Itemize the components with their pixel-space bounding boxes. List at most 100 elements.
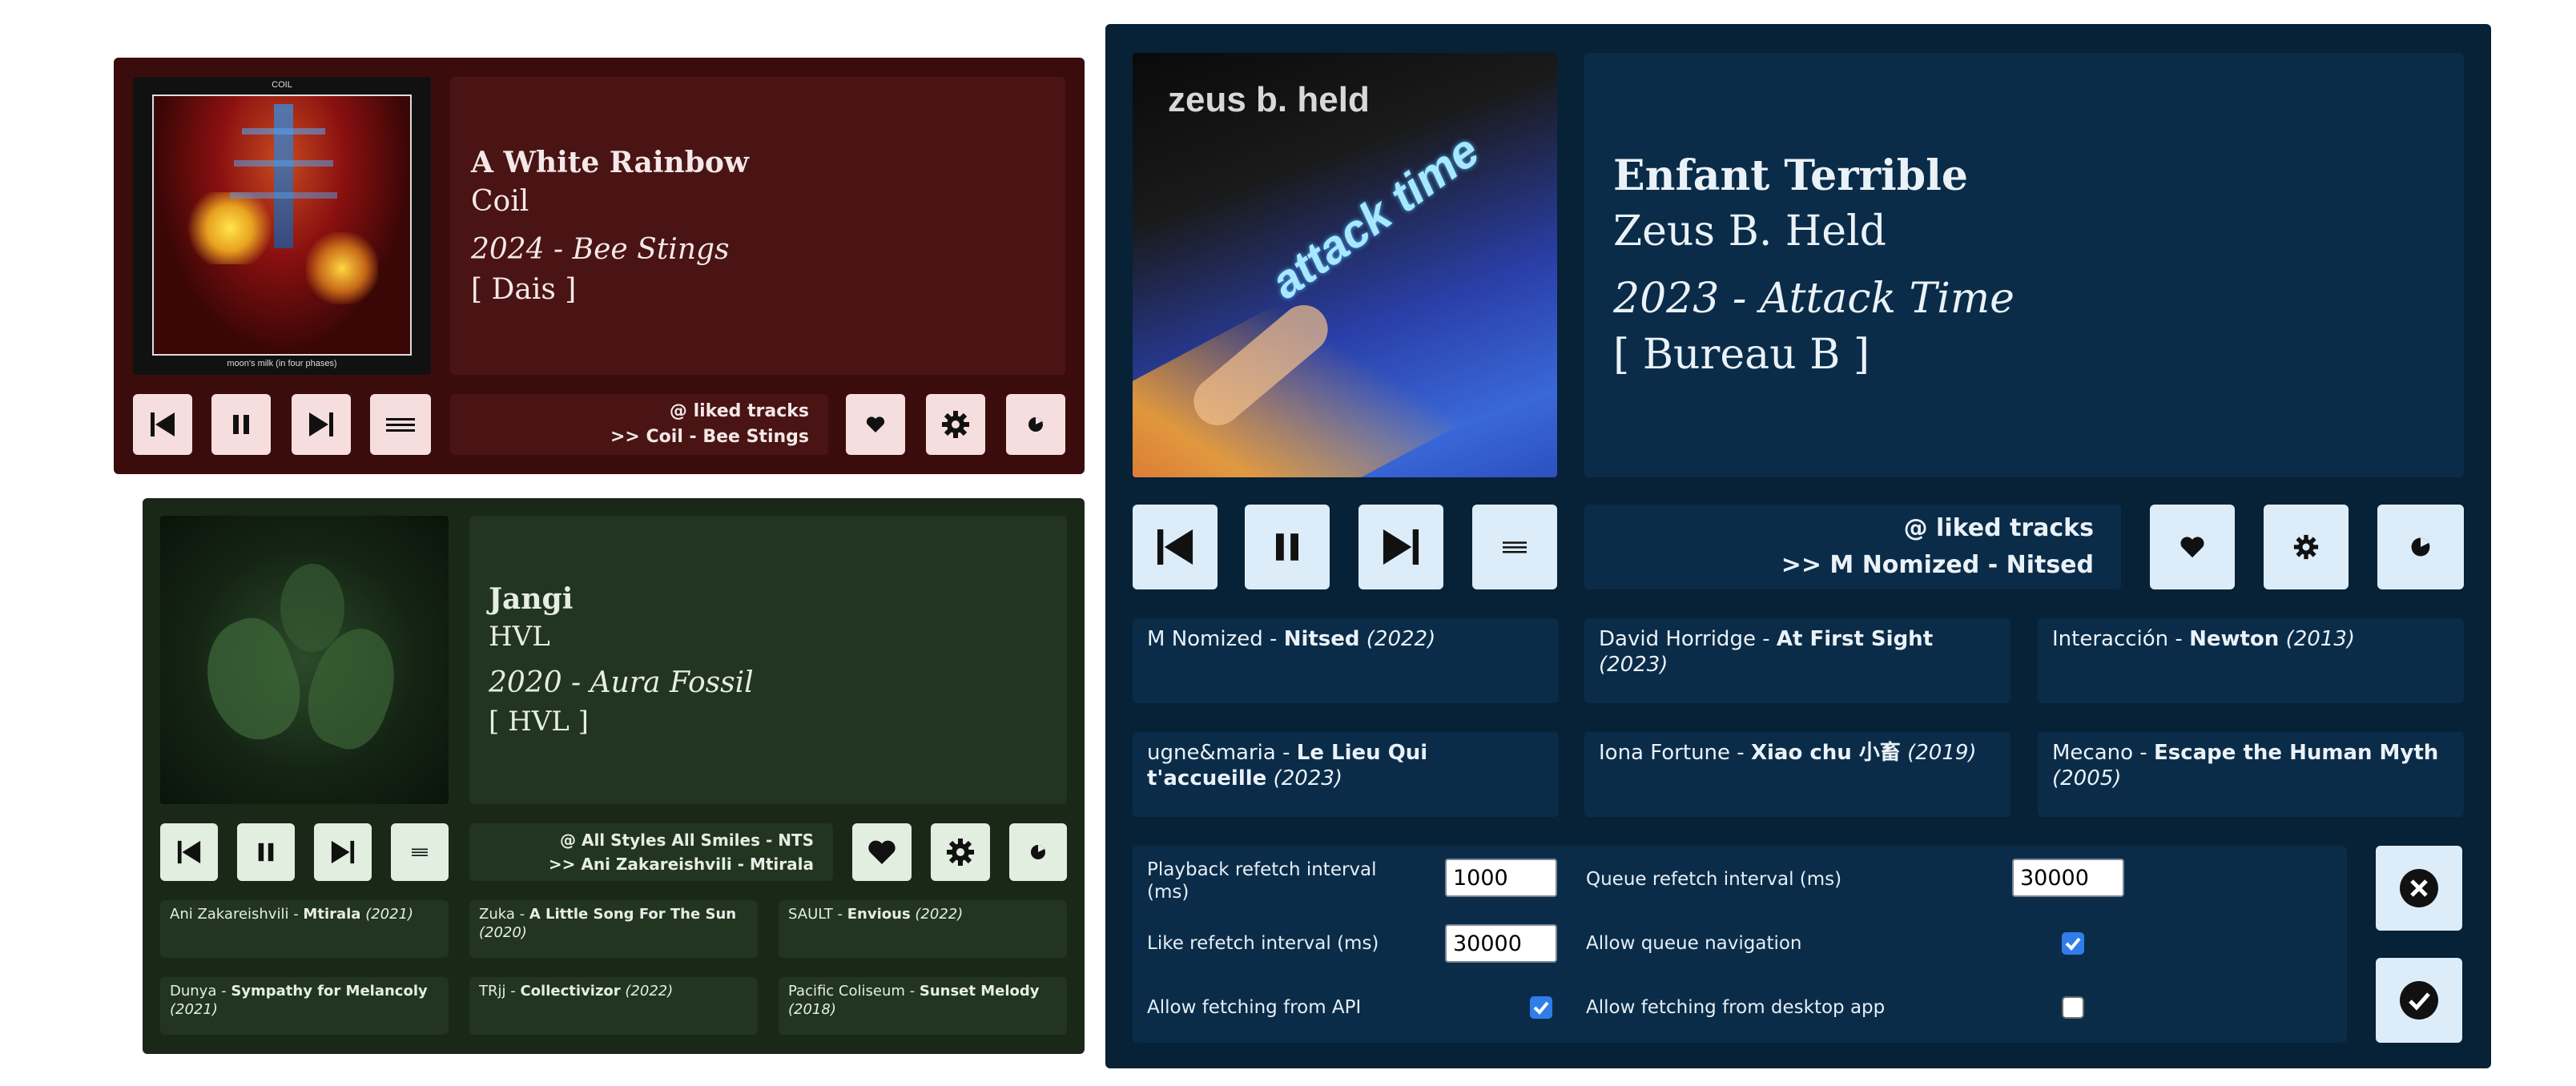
gear-icon — [2293, 534, 2319, 560]
zeus-player: zeus b. held attack time Enfant Terrible… — [1105, 24, 2491, 1068]
queue-item[interactable]: Ani Zakareishvili - Mtirala (2021) — [160, 900, 449, 958]
album-art-bottom-text: moon's milk (in four phases) — [227, 359, 337, 368]
queue-item[interactable]: Zuka - A Little Song For The Sun (2020) — [469, 900, 758, 958]
queue-title: Escape the Human Myth — [2153, 741, 2439, 765]
queue-item[interactable]: SAULT - Envious (2022) — [779, 900, 1067, 958]
playback-interval-input[interactable] — [1445, 859, 1557, 897]
context-source: @ All Styles All Smiles - NTS — [560, 831, 814, 850]
gear-icon — [942, 411, 969, 438]
next-button[interactable] — [1358, 505, 1443, 589]
context-track: >> M Nomized - Nitsed — [1781, 551, 2094, 579]
queue-artist: ugne&maria — [1147, 741, 1276, 765]
previous-button[interactable] — [133, 394, 192, 455]
queue-item[interactable]: Dunya - Sympathy for Melancoly (2021) — [160, 977, 449, 1035]
pause-button[interactable] — [1245, 505, 1330, 589]
previous-icon — [151, 412, 175, 436]
queue-artist: Interacción — [2052, 627, 2169, 651]
queue-artist: Mecano — [2052, 741, 2134, 765]
allow-desktop-checkbox[interactable] — [2062, 996, 2084, 1019]
queue-year: (2018) — [788, 1001, 836, 1018]
context-track: >> Coil - Bee Stings — [610, 427, 809, 447]
menu-icon — [386, 418, 415, 432]
queue-artist: TRjj — [479, 983, 506, 1000]
previous-button[interactable] — [160, 823, 218, 881]
menu-icon — [412, 848, 428, 856]
save-settings-button[interactable] — [2376, 958, 2462, 1043]
track-artist: HVL — [489, 621, 550, 653]
power-button[interactable] — [1006, 394, 1065, 455]
queue-year: (2022) — [1366, 627, 1436, 651]
context-track: >> Ani Zakareishvili - Mtirala — [548, 855, 814, 874]
track-info-panel: A White Rainbow Coil 2024 - Bee Stings [… — [450, 77, 1065, 375]
queue-year: (2022) — [915, 906, 964, 923]
next-button[interactable] — [314, 823, 372, 881]
playback-context[interactable]: @ All Styles All Smiles - NTS >> Ani Zak… — [469, 823, 833, 881]
queue-title: Newton — [2189, 627, 2280, 651]
track-artist: Coil — [471, 185, 529, 218]
allow-api-label: Allow fetching from API — [1147, 997, 1362, 1018]
heart-icon — [866, 416, 885, 432]
track-year-album: 2024 - Bee Stings — [471, 233, 730, 266]
like-button[interactable] — [852, 823, 912, 881]
queue-item[interactable]: Pacific Coliseum - Sunset Melody (2018) — [779, 977, 1067, 1035]
album-art: zeus b. held attack time — [1133, 53, 1557, 477]
playback-context[interactable]: @ liked tracks >> Coil - Bee Stings — [450, 394, 828, 455]
settings-button[interactable] — [931, 823, 990, 881]
queue-item[interactable]: Iona Fortune - Xiao chu 小畜 (2019) — [1584, 732, 2010, 817]
pause-icon — [258, 843, 274, 862]
queue-item[interactable]: TRjj - Collectivizor (2022) — [469, 977, 758, 1035]
next-icon — [331, 840, 355, 864]
pause-button[interactable] — [211, 394, 271, 455]
queue-title: Sunset Melody — [919, 983, 1040, 1000]
queue-artist: David Horridge — [1599, 627, 1756, 651]
menu-icon — [1503, 541, 1527, 553]
track-title: A White Rainbow — [471, 146, 749, 179]
previous-button[interactable] — [1133, 505, 1218, 589]
playback-context[interactable]: @ liked tracks >> M Nomized - Nitsed — [1584, 505, 2121, 589]
queue-year: (2023) — [1599, 653, 1668, 677]
previous-icon — [1157, 529, 1193, 565]
queue-menu-button[interactable] — [370, 394, 431, 455]
cancel-settings-button[interactable] — [2376, 846, 2462, 931]
settings-button[interactable] — [926, 394, 985, 455]
settings-button[interactable] — [2264, 505, 2349, 589]
queue-year: (2022) — [625, 983, 674, 1000]
allow-api-checkbox[interactable] — [1530, 996, 1552, 1019]
power-button[interactable] — [1009, 823, 1067, 881]
track-artist: Zeus B. Held — [1613, 207, 1886, 255]
jangi-player: Jangi HVL 2020 - Aura Fossil [ HVL ] @ A… — [143, 498, 1085, 1054]
like-button[interactable] — [846, 394, 905, 455]
queue-artist: Dunya — [170, 983, 217, 1000]
like-interval-input[interactable] — [1445, 924, 1557, 963]
track-info-panel: Jangi HVL 2020 - Aura Fossil [ HVL ] — [469, 516, 1067, 804]
track-info-panel: Enfant Terrible Zeus B. Held 2023 - Atta… — [1584, 53, 2464, 477]
power-icon — [1031, 845, 1045, 859]
queue-interval-input[interactable] — [2012, 859, 2124, 897]
track-title: Enfant Terrible — [1613, 151, 1968, 200]
coil-player: COIL moon's milk (in four phases) A Whit… — [114, 58, 1085, 474]
heart-icon — [2180, 537, 2204, 558]
queue-artist: SAULT — [788, 906, 833, 923]
track-year-album: 2020 - Aura Fossil — [489, 666, 754, 699]
queue-year: (2023) — [1273, 766, 1343, 790]
queue-year: (2021) — [365, 906, 414, 923]
queue-item[interactable]: Interacción - Newton (2013) — [2038, 618, 2464, 703]
queue-item[interactable]: Mecano - Escape the Human Myth (2005) — [2038, 732, 2464, 817]
next-icon — [1383, 529, 1419, 565]
queue-title: Mtirala — [303, 906, 361, 923]
power-icon — [1028, 417, 1043, 432]
queue-item[interactable]: ugne&maria - Le Lieu Qui t'accueille (20… — [1133, 732, 1559, 817]
power-button[interactable] — [2377, 505, 2464, 589]
queue-title: A Little Song For The Sun — [529, 906, 737, 923]
pause-button[interactable] — [237, 823, 295, 881]
queue-title: Sympathy for Melancoly — [231, 983, 428, 1000]
queue-item[interactable]: M Nomized - Nitsed (2022) — [1133, 618, 1559, 703]
queue-item[interactable]: David Horridge - At First Sight (2023) — [1584, 618, 2010, 703]
like-button[interactable] — [2150, 505, 2235, 589]
queue-menu-button[interactable] — [1472, 505, 1557, 589]
track-title: Jangi — [489, 582, 574, 616]
allow-queue-navigation-checkbox[interactable] — [2062, 932, 2084, 955]
next-button[interactable] — [292, 394, 351, 455]
queue-menu-button[interactable] — [391, 823, 449, 881]
close-icon — [2400, 869, 2438, 907]
